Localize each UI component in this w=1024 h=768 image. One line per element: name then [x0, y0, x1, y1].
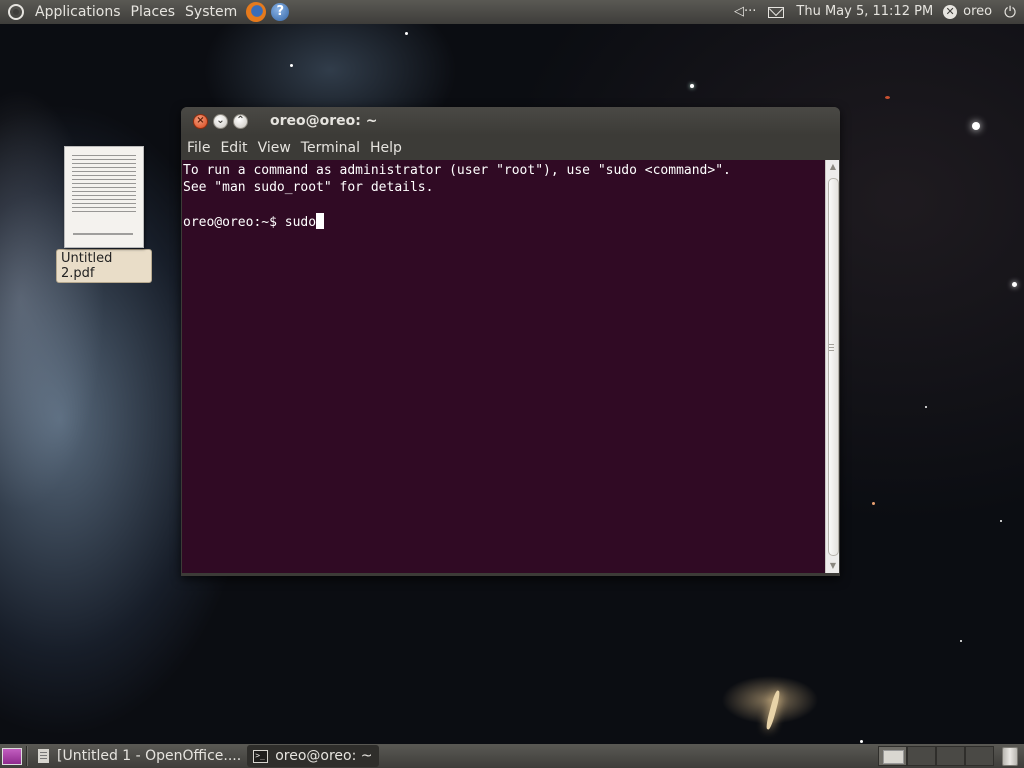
menu-terminal[interactable]: Terminal: [296, 140, 365, 156]
terminal-scrollbar[interactable]: ▲ ▼: [825, 160, 839, 573]
pdf-document-icon[interactable]: [64, 146, 144, 248]
menu-applications[interactable]: Applications: [30, 0, 126, 24]
text-cursor: [316, 213, 325, 229]
terminal-line: See "man sudo_root" for details.: [183, 180, 434, 195]
taskbar-item-openoffice[interactable]: [Untitled 1 - OpenOffice....: [32, 745, 247, 767]
volume-icon[interactable]: ◁···: [728, 0, 762, 24]
minimize-window-button[interactable]: ⌄: [213, 113, 228, 129]
scroll-down-arrow-icon[interactable]: ▼: [826, 559, 840, 573]
top-panel: Applications Places System ? ◁··· Thu Ma…: [0, 0, 1024, 24]
maximize-window-button[interactable]: ⌃: [233, 113, 248, 129]
taskbar-item-label: oreo@oreo: ~: [275, 748, 373, 764]
taskbar-item-label: [Untitled 1 - OpenOffice....: [57, 748, 242, 764]
taskbar-item-terminal[interactable]: >_ oreo@oreo: ~: [247, 745, 379, 767]
terminal-line: To run a command as administrator (user …: [183, 163, 731, 178]
workspace-2[interactable]: [907, 746, 936, 766]
help-icon[interactable]: ?: [271, 3, 290, 21]
scrollbar-grip-icon: [829, 344, 834, 351]
terminal-prompt: oreo@oreo:~$ sudo: [183, 215, 317, 230]
show-desktop-button[interactable]: [2, 747, 22, 765]
menu-view[interactable]: View: [253, 140, 296, 156]
terminal-icon: >_: [253, 749, 269, 763]
workspace-3[interactable]: [936, 746, 965, 766]
user-status-icon[interactable]: ✕: [943, 5, 958, 19]
terminal-line: ​: [183, 196, 825, 213]
desktop-icon-label[interactable]: Untitled 2.pdf: [56, 249, 152, 283]
menu-help[interactable]: Help: [365, 140, 407, 156]
workspace-1[interactable]: [878, 746, 907, 766]
terminal-menubar: File Edit View Terminal Help: [181, 135, 840, 160]
mail-icon[interactable]: [768, 6, 785, 18]
firefox-icon[interactable]: [246, 2, 267, 22]
power-icon[interactable]: ⏻: [998, 3, 1024, 21]
panel-separator: [26, 746, 28, 766]
terminal-window: × ⌄ ⌃ oreo@oreo: ~ File Edit View Termin…: [181, 107, 840, 576]
workspace-4[interactable]: [965, 746, 994, 766]
menu-edit[interactable]: Edit: [215, 140, 252, 156]
document-icon: [38, 749, 49, 763]
clock[interactable]: Thu May 5, 11:12 PM: [790, 0, 939, 24]
close-window-button[interactable]: ×: [193, 113, 208, 129]
bottom-panel: [Untitled 1 - OpenOffice.... >_ oreo@ore…: [0, 744, 1024, 768]
menu-file[interactable]: File: [181, 140, 215, 156]
menu-places[interactable]: Places: [126, 0, 181, 24]
window-titlebar[interactable]: × ⌄ ⌃ oreo@oreo: ~: [181, 107, 840, 135]
user-name[interactable]: oreo: [957, 0, 998, 24]
window-title: oreo@oreo: ~: [270, 113, 378, 129]
terminal-output[interactable]: To run a command as administrator (user …: [182, 160, 825, 573]
scroll-up-arrow-icon[interactable]: ▲: [826, 160, 840, 174]
scrollbar-thumb[interactable]: [828, 178, 839, 556]
trash-icon[interactable]: [1002, 746, 1018, 766]
terminal-prompt-line: oreo@oreo:~$ sudo: [183, 213, 825, 231]
menu-system[interactable]: System: [180, 0, 242, 24]
ubuntu-logo-icon[interactable]: [8, 4, 24, 20]
desktop-icon-pdf[interactable]: Untitled 2.pdf: [56, 146, 152, 283]
